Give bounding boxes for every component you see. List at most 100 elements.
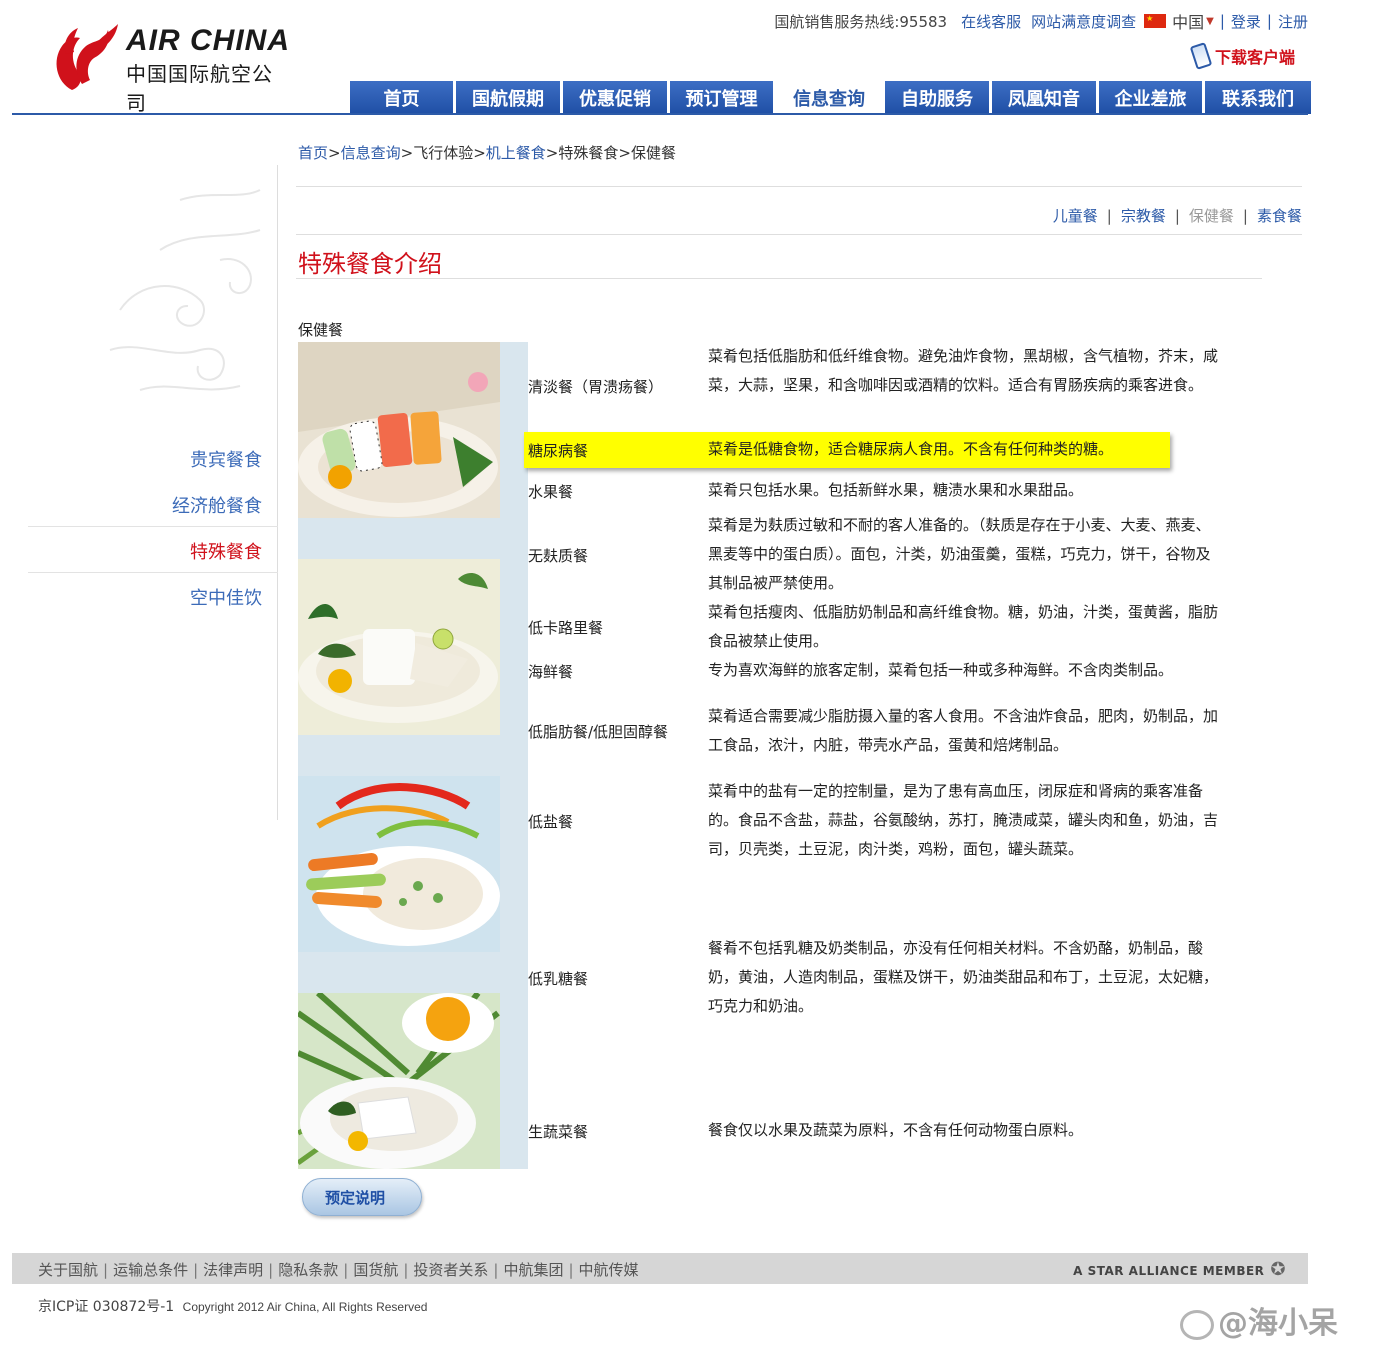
tab-health-meal[interactable]: 保健餐 (1189, 207, 1234, 225)
meal-name-diabetic: 糖尿病餐 (528, 442, 589, 460)
fish-plate-photo (298, 559, 500, 735)
meal-desc-gluten-free: 菜肴是为麸质过敏和不耐的客人准备的。（麸质是存在于小麦、大麦、燕麦、黑麦等中的蛋… (708, 516, 1211, 592)
meal-name-bland: 清淡餐（胃溃疡餐） (528, 378, 664, 396)
hotline-text: 国航销售服务热线:95583 (774, 12, 948, 31)
meal-name-low-lactose: 低乳糖餐 (528, 970, 589, 988)
nav-holidays[interactable]: 国航假期 (456, 81, 560, 114)
separator: | (1242, 207, 1248, 225)
divider (296, 234, 1302, 235)
icp-license: 京ICP证 030872号-1 (38, 1299, 175, 1315)
tab-children-meal[interactable]: 儿童餐 (1053, 207, 1098, 225)
chevron-down-icon[interactable]: ▼ (1206, 16, 1214, 27)
register-link[interactable]: 注册 (1278, 11, 1308, 32)
booking-info-button[interactable]: 预定说明 (302, 1178, 422, 1216)
separator: | (1219, 12, 1225, 30)
footer-link-conditions[interactable]: 运输总条件 (113, 1261, 188, 1279)
top-utility-bar: 国航销售服务热线:95583 在线客服 网站满意度调查 中国 ▼ | 登录 | … (774, 10, 1308, 32)
separator: | (1174, 207, 1180, 225)
nav-self-service[interactable]: 自助服务 (885, 81, 989, 114)
tab-vegetarian-meal[interactable]: 素食餐 (1257, 207, 1302, 225)
meal-name-low-fat: 低脂肪餐/低胆固醇餐 (528, 723, 669, 741)
footer-link-cargo[interactable]: 国货航 (353, 1261, 398, 1279)
star-alliance-badge[interactable]: A STAR ALLIANCE MEMBER ✪ (1073, 1259, 1286, 1280)
leaf-fish-plate-photo (298, 993, 500, 1169)
sidebar-divider-line (28, 572, 278, 573)
meal-name-low-calorie: 低卡路里餐 (528, 619, 604, 637)
sidebar-item-inflight-drinks[interactable]: 空中佳饮 (190, 584, 262, 610)
breadcrumb-special-meals: 特殊餐食 (558, 144, 619, 162)
title-underline (296, 278, 1262, 279)
cloud-pattern-decoration (109, 189, 261, 391)
download-client-link[interactable]: 下载客户端 (1189, 42, 1296, 70)
air-china-logo[interactable]: AIR CHINA 中国国际航空公司 (52, 20, 292, 115)
tab-religious-meal[interactable]: 宗教餐 (1121, 207, 1166, 225)
footer-link-privacy[interactable]: 隐私条款 (278, 1261, 338, 1279)
satisfaction-survey-link[interactable]: 网站满意度调查 (1031, 11, 1136, 32)
logo-text-en: AIR CHINA (126, 24, 290, 57)
copyright-line: 京ICP证 030872号-1 Copyright 2012 Air China… (38, 1296, 427, 1316)
meal-desc-low-lactose: 餐肴不包括乳糖及奶类制品，亦没有任何相关材料。不含奶酪，奶制品，酸奶，黄油，人造… (708, 939, 1219, 1015)
breadcrumb: 首页>信息查询>飞行体验>机上餐食>特殊餐食>保健餐 (298, 144, 676, 162)
footer-bar: 关于国航 | 运输总条件 | 法律声明 | 隐私条款 | 国货航 | 投资者关系 | 中航集团 | 中航传媒… (12, 1253, 1308, 1284)
meal-desc-low-fat: 菜肴适合需要减少脂肪摄入量的客人食用。不含油炸食品，肥肉，奶制品，加工食品，浓汁… (708, 707, 1219, 754)
logo-text-cn: 中国国际航空公司 (126, 62, 273, 115)
online-service-link[interactable]: 在线客服 (961, 11, 1021, 32)
meal-desc-seafood: 专为喜欢海鲜的旅客定制，菜肴包括一种或多种海鲜。不含肉类制品。 (708, 661, 1174, 679)
nav-promotions[interactable]: 优惠促销 (563, 81, 667, 114)
china-flag-icon (1144, 14, 1167, 28)
phoenix-logo-icon (56, 24, 118, 90)
footer-link-investors[interactable]: 投资者关系 (413, 1261, 488, 1279)
weibo-icon (1180, 1309, 1214, 1340)
copyright-text: Copyright 2012 Air China, All Rights Res… (182, 1300, 428, 1314)
meal-name-low-salt: 低盐餐 (528, 813, 574, 831)
meal-name-raw-vegetable: 生蔬菜餐 (528, 1123, 589, 1141)
divider (296, 186, 1302, 187)
meal-category-label: 保健餐 (298, 321, 344, 339)
page-title: 特殊餐食介绍 (298, 250, 442, 278)
breadcrumb-information[interactable]: 信息查询 (341, 144, 401, 162)
star-alliance-icon: ✪ (1270, 1259, 1286, 1280)
separator: | (403, 1261, 409, 1279)
sidebar-item-vip-meals[interactable]: 贵宾餐食 (190, 446, 262, 472)
sidebar-divider-line (28, 526, 278, 527)
nav-information[interactable]: 信息查询 (776, 81, 882, 114)
breadcrumb-health-meals: 保健餐 (630, 144, 676, 162)
meal-desc-low-calorie: 菜肴包括瘦肉、低脂肪奶制品和高纤维食物。糖，奶油，汁类，蛋黄酱，脂肪食品被禁止使… (708, 603, 1219, 650)
rice-vegetable-photo (298, 776, 500, 952)
breadcrumb-inflight-meals[interactable]: 机上餐食 (486, 144, 546, 162)
mobile-phone-icon (1189, 42, 1213, 70)
meal-desc-raw-vegetable: 餐食仅以水果及蔬菜为原料，不含有任何动物蛋白原料。 (708, 1121, 1084, 1139)
separator: | (1266, 12, 1272, 30)
language-selector[interactable]: 中国 (1172, 9, 1204, 33)
meal-desc-diabetic: 菜肴是低糖食物，适合糖尿病人食用。不含有任何种类的糖。 (708, 440, 1114, 458)
meal-desc-low-salt: 菜肴中的盐有一定的控制量，是为了患有高血压，闭尿症和肾病的乘客准备的。食品不含盐… (708, 782, 1219, 858)
meal-type-tabs: 儿童餐 | 宗教餐 | 保健餐 | 素食餐 (1053, 205, 1302, 226)
nav-contact-us[interactable]: 联系我们 (1205, 81, 1311, 114)
breadcrumb-home[interactable]: 首页 (298, 144, 328, 162)
footer-link-group[interactable]: 中航集团 (503, 1261, 563, 1279)
nav-phoenix-miles[interactable]: 凤凰知音 (992, 81, 1096, 114)
main-nav: 首页 国航假期 优惠促销 预订管理 信息查询 自助服务 凤凰知音 企业差旅 联系… (350, 81, 1311, 114)
breadcrumb-flight-experience: 飞行体验 (413, 144, 474, 162)
meal-desc-bland: 菜肴包括低脂肪和低纤维食物。避免油炸食物，黑胡椒，含气植物，芥末，咸菜，大蒜，坚… (708, 347, 1219, 394)
footer-links: 关于国航 | 运输总条件 | 法律声明 | 隐私条款 | 国货航 | 投资者关系 | 中航集团 | 中航传媒 (38, 1259, 639, 1280)
separator: | (493, 1261, 499, 1279)
meal-name-seafood: 海鲜餐 (528, 663, 574, 681)
login-link[interactable]: 登录 (1231, 11, 1261, 32)
sidebar-divider (277, 165, 278, 820)
sidebar-item-special-meals[interactable]: 特殊餐食 (190, 538, 262, 564)
meal-photo-column (298, 342, 528, 1169)
meal-desc-fruit: 菜肴只包括水果。包括新鲜水果，糖渍水果和水果甜品。 (708, 481, 1084, 499)
nav-booking-management[interactable]: 预订管理 (670, 81, 773, 114)
sidebar-item-economy-meals[interactable]: 经济舱餐食 (172, 492, 262, 518)
nav-underline (12, 113, 1308, 115)
footer-link-media[interactable]: 中航传媒 (579, 1261, 639, 1279)
download-client-label: 下载客户端 (1215, 48, 1296, 67)
star-alliance-label: A STAR ALLIANCE MEMBER (1073, 1264, 1265, 1278)
weibo-watermark: @海小呆 (1180, 1298, 1338, 1342)
footer-link-legal[interactable]: 法律声明 (203, 1261, 263, 1279)
nav-corporate-travel[interactable]: 企业差旅 (1099, 81, 1202, 114)
nav-home[interactable]: 首页 (350, 81, 453, 114)
footer-link-about[interactable]: 关于国航 (38, 1261, 98, 1279)
separator: | (568, 1261, 574, 1279)
